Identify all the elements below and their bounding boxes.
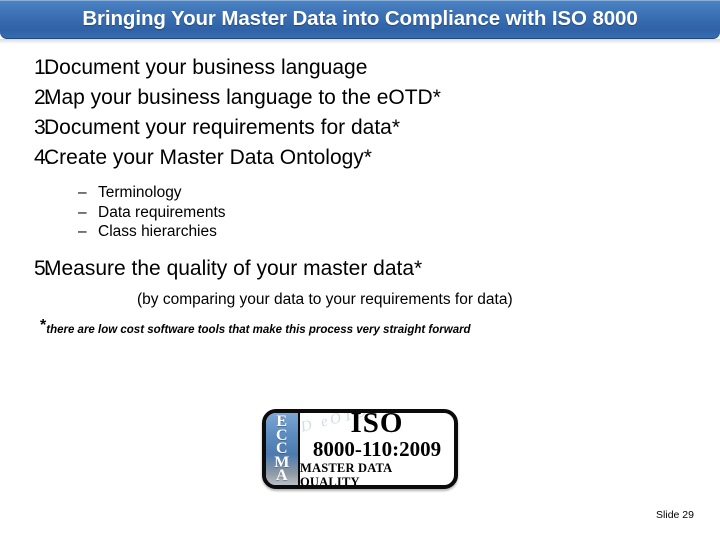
list-item: 4. Create your Master Data Ontology*: [0, 143, 720, 173]
list-item-label: Document your business language: [44, 56, 368, 79]
slide-title-bar: Bringing Your Master Data into Complianc…: [0, 0, 720, 39]
badge-frame: E C C M A eOTD eOTD eOTD eOTD eOTD eOTD …: [262, 409, 458, 489]
list-item: 2. Map your business language to the eOT…: [0, 83, 720, 113]
list-item-marker: 2.: [34, 86, 52, 109]
sub-bullet-label: Data requirements: [98, 203, 226, 221]
list-item-marker: 4.: [34, 146, 52, 169]
list-item-label: Map your business language to the eOTD*: [44, 86, 441, 109]
title-bar-shadow: [0, 39, 720, 44]
page-title: Bringing Your Master Data into Complianc…: [82, 7, 638, 30]
list-item-marker: 1.: [34, 56, 52, 79]
slide-content: 1. Document your business language 2. Ma…: [0, 53, 720, 338]
badge-standard-number: 8000-110:2009: [312, 437, 442, 461]
sub-bullet-list: – Terminology – Data requirements – Clas…: [0, 183, 720, 242]
sub-bullet-marker: –: [78, 184, 87, 201]
list-item-marker: 5.: [34, 256, 52, 280]
sub-bullet-label: Class hierarchies: [98, 223, 217, 240]
numbered-step-list: 1. Document your business language 2. Ma…: [0, 53, 720, 173]
sub-bullet-marker: –: [78, 223, 87, 240]
list-item-marker: 3.: [34, 116, 52, 139]
badge-standard-name: ISO: [350, 413, 404, 439]
list-item-label: Create your Master Data Ontology*: [44, 146, 372, 169]
sub-bullet-marker: –: [78, 203, 87, 221]
eccma-letter: A: [275, 467, 289, 485]
badge-subtitle: MASTER DATA QUALITY: [300, 461, 392, 485]
badge-text-panel: eOTD eOTD eOTD eOTD eOTD eOTD eOTD eOTD …: [300, 413, 454, 485]
parenthetical-note: (by comparing your data to your requirem…: [137, 290, 513, 308]
list-item-label: Measure the quality of your master data*: [44, 256, 423, 280]
eccma-logo-panel: E C C M A: [266, 413, 300, 485]
list-item: 3. Document your requirements for data*: [0, 113, 720, 143]
list-item: – Terminology: [0, 183, 720, 203]
footnote-text: there are low cost software tools that m…: [46, 323, 471, 336]
footnote: *there are low cost software tools that …: [0, 317, 720, 338]
list-item: 1. Document your business language: [0, 53, 720, 83]
list-item: – Data requirements: [0, 203, 720, 223]
list-item: 5. Measure the quality of your master da…: [0, 254, 720, 284]
iso-certification-badge: E C C M A eOTD eOTD eOTD eOTD eOTD eOTD …: [262, 409, 458, 489]
sub-bullet-label: Terminology: [98, 184, 182, 201]
slide-number: Slide 29: [656, 509, 694, 521]
list-item: – Class hierarchies: [0, 222, 720, 242]
list-item-label: Document your requirements for data*: [44, 116, 401, 139]
